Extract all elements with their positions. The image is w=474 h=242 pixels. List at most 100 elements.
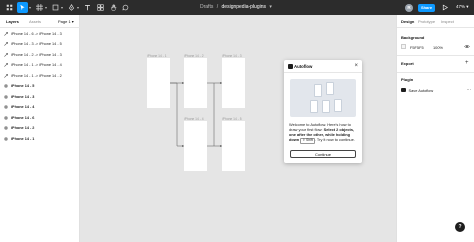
plugin-section-title: Plugin xyxy=(401,77,414,82)
shape-tool-icon[interactable] xyxy=(50,2,61,13)
frame-icon xyxy=(4,136,8,141)
layer-label: iPhone 14 - 6 -> iPhone 14 - 3 xyxy=(11,31,62,36)
layer-frame[interactable]: iPhone 14 - 2 xyxy=(4,125,78,132)
layer-connector[interactable]: iPhone 14 - 1 -> iPhone 14 - 4 xyxy=(4,62,78,69)
pen-tool-chevron-icon[interactable]: ▾ xyxy=(77,5,79,10)
move-tool-chevron-icon[interactable]: ▾ xyxy=(29,5,31,10)
eye-icon[interactable] xyxy=(464,44,470,49)
layer-label: iPhone 14 - 2 -> iPhone 14 - 3 xyxy=(11,52,62,57)
instructions-end: . Try it now to continue. xyxy=(314,137,355,142)
pen-tool-icon[interactable] xyxy=(66,2,77,13)
plugin-name: Save Autoflow xyxy=(408,87,434,93)
avatar[interactable]: R xyxy=(405,3,413,12)
frame-iphone-14-4[interactable] xyxy=(184,121,207,171)
dialog-title: Autoflow xyxy=(294,64,313,69)
move-tool-icon[interactable] xyxy=(17,2,28,13)
layer-frame[interactable]: iPhone 14 - 3 xyxy=(4,93,78,100)
continue-button[interactable]: Continue xyxy=(290,150,356,158)
tab-layers[interactable]: Layers xyxy=(6,19,19,24)
page-selector[interactable]: Page 1 ▾ xyxy=(58,19,74,24)
connector-1-4 xyxy=(170,82,184,147)
layer-frame[interactable]: iPhone 14 - 6 xyxy=(4,114,78,121)
tab-inspect[interactable]: Inspect xyxy=(441,19,454,24)
layers-panel: Layers Assets Page 1 ▾ iPhone 14 - 6 -> … xyxy=(0,15,80,242)
layer-frame[interactable]: iPhone 14 - 5 xyxy=(4,83,78,90)
illustration-phone xyxy=(326,82,334,95)
help-button[interactable]: ? xyxy=(455,222,465,232)
onboarding-illustration xyxy=(290,79,356,117)
present-play-icon[interactable] xyxy=(442,4,449,11)
frame-tool-icon[interactable] xyxy=(34,2,45,13)
file-name[interactable]: designpedia-plugins xyxy=(222,4,266,10)
dialog-instructions: Welcome to Autoflow. Here's how to draw … xyxy=(289,122,359,144)
layer-frame[interactable]: iPhone 14 - 4 xyxy=(4,104,78,111)
export-section-title: Export xyxy=(401,61,414,66)
properties-panel: Design Prototype Inspect Background F5F5… xyxy=(396,15,474,242)
divider xyxy=(284,72,362,73)
connector-arrow-icon xyxy=(4,42,8,46)
breadcrumb-project[interactable]: Drafts xyxy=(200,4,213,10)
frame-icon xyxy=(4,94,8,99)
more-options-icon[interactable]: ⋯ xyxy=(467,87,472,93)
layer-label: iPhone 14 - 4 xyxy=(11,105,35,109)
file-menu-chevron-icon[interactable]: ▾ xyxy=(269,4,272,10)
resources-tool-icon[interactable] xyxy=(95,2,106,13)
frame-iphone-14-5[interactable] xyxy=(222,121,245,171)
layer-label: iPhone 14 - 1 xyxy=(11,136,35,141)
frame-iphone-14-3[interactable] xyxy=(222,58,245,108)
left-panel-tabs: Layers Assets Page 1 ▾ xyxy=(6,19,78,25)
layer-label: iPhone 14 - 6 xyxy=(11,115,35,120)
illustration-phone xyxy=(310,100,318,113)
autoflow-logo-icon xyxy=(288,64,293,69)
top-toolbar: ▾ ▾ ▾ ▾ Drafts / designpedia-plugins ▾ R… xyxy=(0,0,474,15)
plugin-item-save-autoflow[interactable]: Save Autoflow ⋯ xyxy=(401,87,471,93)
zoom-level[interactable]: 47% ▾ xyxy=(456,4,469,10)
hand-tool-icon[interactable] xyxy=(108,2,119,13)
autoflow-plugin-dialog: Autoflow × Welcome to Autoflow. Here's h… xyxy=(284,60,362,163)
illustration-phone xyxy=(322,100,330,113)
page-selector-label: Page 1 xyxy=(58,19,71,24)
text-tool-icon[interactable] xyxy=(82,2,93,13)
layer-label: iPhone 14 - 1 -> iPhone 14 - 2 xyxy=(11,73,62,78)
layer-label: iPhone 14 - 1 -> iPhone 14 - 4 xyxy=(11,63,62,67)
layer-label: iPhone 14 - 5 xyxy=(11,84,35,88)
connector-arrow-icon xyxy=(4,31,8,36)
share-button[interactable]: Share xyxy=(418,3,435,12)
divider xyxy=(397,27,474,28)
background-hex-input[interactable]: F5F5F5 xyxy=(410,45,424,50)
autoflow-plugin-icon xyxy=(401,87,406,93)
breadcrumb: Drafts / designpedia-plugins ▾ xyxy=(200,4,272,10)
background-section-title: Background xyxy=(401,35,425,40)
layer-label: iPhone 14 - 3 -> iPhone 14 - 5 xyxy=(11,42,62,46)
layer-connector[interactable]: iPhone 14 - 6 -> iPhone 14 - 3 xyxy=(4,30,78,37)
background-color-swatch[interactable] xyxy=(401,44,406,49)
layer-label: iPhone 14 - 3 xyxy=(11,94,35,99)
connector-arrow-icon xyxy=(4,73,8,78)
tab-assets[interactable]: Assets xyxy=(29,19,41,24)
background-opacity-input[interactable]: 100% xyxy=(433,45,443,50)
connector-arrow-icon xyxy=(4,63,8,67)
frame-iphone-14-1[interactable] xyxy=(147,58,170,108)
illustration-phone xyxy=(314,84,322,97)
frame-icon xyxy=(4,105,8,109)
layer-connector[interactable]: iPhone 14 - 2 -> iPhone 14 - 3 xyxy=(4,51,78,58)
illustration-phone xyxy=(334,99,342,112)
main-menu-icon[interactable] xyxy=(4,2,15,13)
divider xyxy=(397,72,474,73)
frame-icon xyxy=(4,84,8,88)
layer-frame[interactable]: iPhone 14 - 1 xyxy=(4,135,78,142)
frame-tool-chevron-icon[interactable]: ▾ xyxy=(45,5,47,10)
zoom-value: 47% xyxy=(456,4,466,9)
layer-connector[interactable]: iPhone 14 - 3 -> iPhone 14 - 5 xyxy=(4,41,78,48)
shape-tool-chevron-icon[interactable]: ▾ xyxy=(61,5,63,10)
tab-prototype[interactable]: Prototype xyxy=(418,19,435,24)
frame-iphone-14-2[interactable] xyxy=(184,58,207,108)
connector-arrow-icon xyxy=(4,52,8,57)
close-icon[interactable]: × xyxy=(354,63,358,69)
shift-key-badge: ⇧ Shift xyxy=(300,138,315,144)
add-export-plus-icon[interactable]: + xyxy=(465,60,469,66)
frame-icon xyxy=(4,126,8,130)
comment-tool-icon[interactable] xyxy=(120,2,131,13)
tab-design[interactable]: Design xyxy=(401,19,414,24)
layer-connector[interactable]: iPhone 14 - 1 -> iPhone 14 - 2 xyxy=(4,72,78,79)
